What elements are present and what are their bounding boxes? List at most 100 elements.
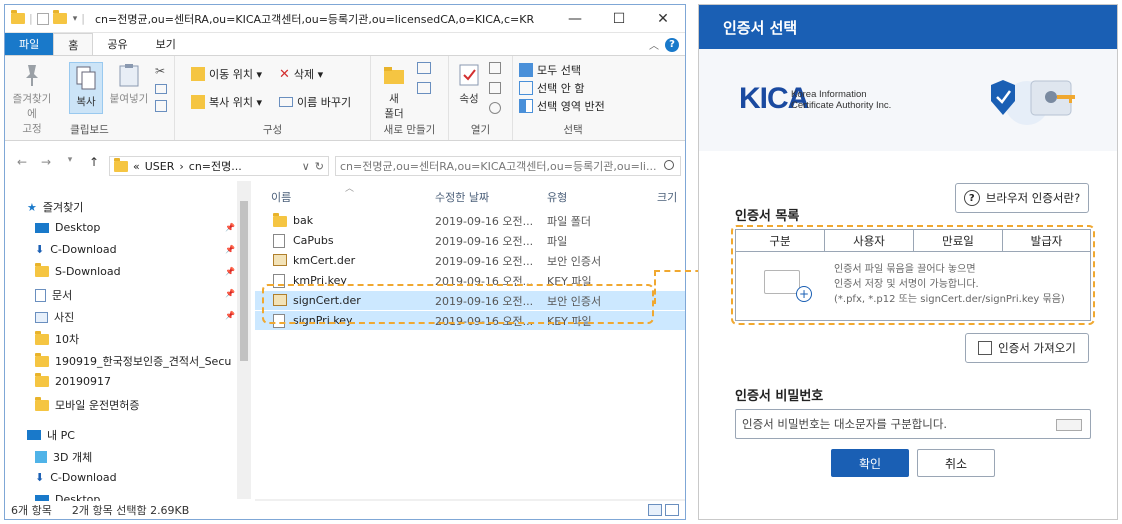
nav-item[interactable]: 내 PC: [27, 427, 75, 443]
pin-icon[interactable]: 📌: [225, 267, 235, 276]
new-folder-icon[interactable]: [52, 10, 67, 24]
checkmark-icon[interactable]: [36, 12, 49, 25]
column-name[interactable]: 이름: [271, 189, 291, 205]
cut-icon[interactable]: ✂: [155, 64, 167, 78]
nav-item[interactable]: ⬇ C-Download: [35, 471, 117, 484]
column-size[interactable]: 크기: [657, 189, 677, 205]
edit-icon[interactable]: [489, 82, 501, 94]
select-all-icon: [519, 63, 533, 77]
open-small-icons: [489, 62, 501, 114]
minimize-button[interactable]: —: [553, 5, 597, 33]
open-icon[interactable]: [489, 62, 501, 74]
nav-item[interactable]: ⬇ C-Download: [35, 243, 117, 256]
nav-item[interactable]: Desktop: [35, 221, 100, 234]
close-button[interactable]: ✕: [641, 5, 685, 33]
tab-view[interactable]: 보기: [142, 33, 190, 55]
browser-cert-help-button[interactable]: ? 브라우저 인증서란?: [955, 183, 1089, 213]
new-folder-button[interactable]: 새 폴더: [377, 62, 411, 121]
open-group-label: 열기: [470, 124, 491, 136]
details-view-icon[interactable]: [648, 504, 662, 516]
folder-icon: [273, 213, 287, 227]
quick-access-dropdown-icon[interactable]: ▾: [73, 14, 78, 24]
cancel-button[interactable]: 취소: [917, 449, 995, 477]
import-cert-button[interactable]: 인증서 가져오기: [965, 333, 1089, 363]
invert-selection-button[interactable]: 선택 영역 반전: [519, 98, 605, 114]
copy-to-icon: [191, 95, 205, 109]
password-placeholder: 인증서 비밀번호는 대소문자를 구분합니다.: [742, 417, 948, 431]
nav-item[interactable]: 10차: [35, 330, 79, 347]
invert-selection-icon: [519, 99, 533, 113]
nav-item[interactable]: 사진: [35, 309, 74, 325]
paste-label: 붙여넣기: [109, 93, 149, 105]
file-row[interactable]: CaPubs 2019-09-16 오전... 파일: [255, 231, 685, 250]
nav-item[interactable]: 문서: [35, 287, 72, 303]
kica-logo-subtitle: Korea Information Certificate Authority …: [791, 89, 891, 111]
breadcrumb-overflow[interactable]: «: [133, 160, 140, 173]
up-arrow-icon[interactable]: ↑: [87, 155, 101, 169]
collapse-ribbon-icon[interactable]: ︿: [649, 37, 659, 52]
certificate-dialog: 인증서 선택 KICA Korea Information Certificat…: [698, 4, 1118, 520]
select-all-button[interactable]: 모두 선택: [519, 62, 581, 78]
back-arrow-icon[interactable]: ←: [15, 155, 29, 169]
nav-item-label: 즐겨찾기: [42, 201, 84, 214]
search-box[interactable]: cn=전명균,ou=센터RA,ou=KICA고객센터,ou=등록기관,ou=li…: [335, 156, 681, 176]
paste-shortcut-icon[interactable]: [155, 100, 167, 112]
refresh-icon[interactable]: ↻: [315, 160, 324, 173]
download-icon: ⬇: [35, 243, 45, 256]
virtual-keyboard-icon[interactable]: [1056, 419, 1082, 431]
breadcrumb-user[interactable]: USER: [145, 160, 175, 173]
file-list: 이름 수정한 날짜 유형 크기 ︿ bak 2019-09-16 오전... 파일 …: [255, 181, 685, 499]
pin-icon[interactable]: 📌: [225, 245, 235, 254]
delete-button[interactable]: ✕ 삭제 ▾: [279, 66, 323, 82]
forward-arrow-icon[interactable]: →: [39, 155, 53, 169]
tab-home[interactable]: 홈: [53, 33, 94, 55]
column-date[interactable]: 수정한 날짜: [435, 189, 489, 205]
nav-item[interactable]: 모바일 운전면허증: [35, 396, 139, 413]
pin-icon[interactable]: 📌: [225, 311, 235, 320]
drag-arrow-line: [654, 270, 656, 304]
rename-button[interactable]: 이름 바꾸기: [279, 94, 351, 110]
tab-file[interactable]: 파일: [5, 33, 54, 55]
easy-access-icon[interactable]: [417, 82, 431, 94]
password-label: 인증서 비밀번호: [735, 389, 824, 404]
paste-button[interactable]: 붙여넣기: [109, 62, 149, 106]
nav-item[interactable]: S-Download: [35, 263, 121, 278]
monitor-icon: [27, 430, 41, 440]
copy-path-icon[interactable]: [155, 84, 167, 94]
pin-icon[interactable]: 📌: [225, 223, 235, 232]
select-none-button[interactable]: 선택 안 함: [519, 80, 584, 96]
move-to-button[interactable]: 이동 위치 ▾: [191, 66, 262, 82]
history-icon[interactable]: [489, 102, 501, 114]
select-none-icon: [519, 81, 533, 95]
copy-to-button[interactable]: 복사 위치 ▾: [191, 94, 262, 110]
nav-item[interactable]: 190919_한국정보인증_견적서_Secu: [35, 352, 231, 369]
maximize-button[interactable]: ☐: [597, 5, 641, 33]
copy-label: 복사: [76, 96, 96, 108]
breadcrumb-current[interactable]: cn=전명...: [189, 158, 242, 174]
tab-share[interactable]: 공유: [93, 33, 141, 55]
folder-icon: [35, 373, 49, 387]
file-row[interactable]: bak 2019-09-16 오전... 파일 폴더: [255, 211, 685, 230]
password-field[interactable]: 인증서 비밀번호는 대소문자를 구분합니다.: [735, 409, 1091, 439]
file-row[interactable]: kmCert.der 2019-09-16 오전... 보안 인증서: [255, 251, 685, 270]
help-icon[interactable]: ?: [665, 37, 679, 52]
file-date: 2019-09-16 오전...: [435, 214, 534, 228]
ok-button[interactable]: 확인: [831, 449, 909, 477]
nav-item[interactable]: 3D 개체: [35, 449, 92, 465]
recent-dropdown-icon[interactable]: ▾: [63, 155, 77, 169]
pin-icon: [26, 65, 38, 86]
address-bar[interactable]: « USER › cn=전명... ∨ ↻: [109, 156, 329, 176]
nav-scrollbar-thumb[interactable]: [240, 201, 248, 361]
pin-icon[interactable]: 📌: [225, 289, 235, 298]
address-dropdown-icon[interactable]: ∨: [302, 160, 310, 173]
new-item-icons: [417, 62, 431, 94]
copy-button[interactable]: 복사: [69, 62, 103, 114]
properties-button[interactable]: 속성: [453, 62, 485, 106]
new-item-icon[interactable]: [417, 62, 431, 74]
column-type[interactable]: 유형: [547, 189, 567, 205]
large-icons-view-icon[interactable]: [665, 504, 679, 516]
nav-item[interactable]: 20190917: [35, 373, 111, 388]
select-none-label: 선택 안 함: [537, 82, 585, 95]
nav-item[interactable]: ★ 즐겨찾기: [27, 199, 83, 215]
select-all-label: 모두 선택: [537, 64, 581, 77]
